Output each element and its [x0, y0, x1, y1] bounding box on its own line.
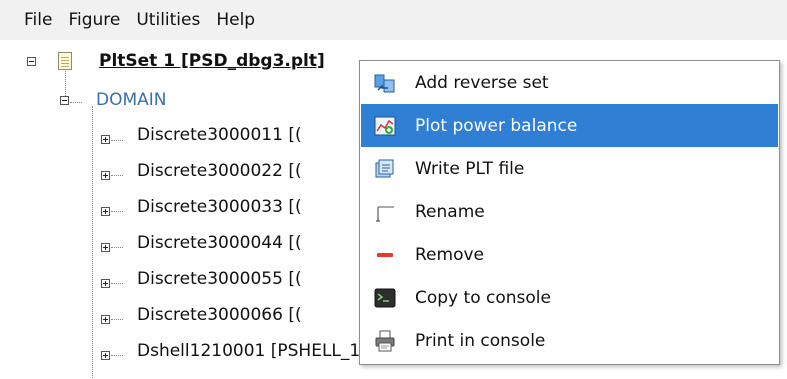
tree-connector	[111, 175, 123, 176]
power-balance-chart-icon	[373, 114, 397, 138]
menu-help[interactable]: Help	[216, 10, 271, 30]
menu-item-plot-power-balance[interactable]: Plot power balance	[361, 104, 778, 147]
tree-connector	[70, 102, 82, 103]
tree-node[interactable]: Discrete3000044 [(	[137, 226, 302, 260]
collapse-toggle-root[interactable]	[27, 57, 36, 66]
tree-node-label: Discrete3000011 [(	[137, 125, 302, 145]
menu-item-rename[interactable]: Rename	[361, 190, 778, 233]
reverse-set-icon	[373, 71, 397, 95]
tree-connector	[111, 211, 123, 212]
expand-toggle[interactable]	[101, 243, 110, 252]
write-file-icon	[373, 157, 397, 181]
menu-item-label: Remove	[415, 244, 484, 265]
tree-node-label: Discrete3000033 [(	[137, 197, 302, 217]
console-icon	[373, 286, 397, 310]
tree-connector	[111, 140, 123, 141]
tree-connector	[111, 319, 123, 320]
menu-file[interactable]: File	[0, 10, 68, 30]
tree-node[interactable]: Discrete3000066 [(	[137, 298, 302, 332]
tree-connector	[92, 106, 93, 378]
tree-node-label: Discrete3000055 [(	[137, 269, 302, 289]
menu-item-label: Add reverse set	[415, 72, 549, 93]
tree-node-domain[interactable]: DOMAIN	[96, 83, 167, 117]
tree-node[interactable]: Discrete3000011 [(	[137, 118, 302, 152]
menu-item-label: Print in console	[415, 330, 546, 351]
menu-bar: File Figure Utilities Help	[0, 0, 787, 40]
expand-toggle[interactable]	[101, 207, 110, 216]
rename-icon	[373, 200, 397, 224]
tree-connector	[111, 283, 123, 284]
plt-file-icon	[58, 52, 72, 70]
tree-node-label: Discrete3000044 [(	[137, 233, 302, 253]
printer-icon	[373, 329, 397, 353]
menu-item-add-reverse-set[interactable]: Add reverse set	[361, 61, 778, 104]
menu-item-write-plt-file[interactable]: Write PLT file	[361, 147, 778, 190]
menu-figure[interactable]: Figure	[68, 10, 136, 30]
tree-root-label: PltSet 1 [PSD_dbg3.plt]	[99, 51, 325, 71]
menu-item-label: Copy to console	[415, 287, 551, 308]
tree-node[interactable]: Discrete3000055 [(	[137, 262, 302, 296]
menu-item-copy-to-console[interactable]: Copy to console	[361, 276, 778, 319]
remove-icon	[373, 243, 397, 267]
menu-item-label: Plot power balance	[415, 115, 578, 136]
tree-connector	[111, 355, 123, 356]
tree-node-label: Discrete3000022 [(	[137, 161, 302, 181]
tree-connector	[111, 247, 123, 248]
menu-utilities[interactable]: Utilities	[136, 10, 216, 30]
expand-toggle[interactable]	[101, 315, 110, 324]
tree-node[interactable]: Discrete3000033 [(	[137, 190, 302, 224]
expand-toggle[interactable]	[101, 135, 110, 144]
context-menu: Add reverse set Plot power balance Write…	[359, 60, 780, 365]
expand-toggle[interactable]	[101, 279, 110, 288]
menu-item-label: Write PLT file	[415, 158, 525, 179]
collapse-toggle-domain[interactable]	[60, 96, 69, 105]
tree-node[interactable]: Discrete3000022 [(	[137, 154, 302, 188]
menu-item-label: Rename	[415, 201, 485, 222]
menu-item-print-in-console[interactable]: Print in console	[361, 319, 778, 362]
tree-node-label: Discrete3000066 [(	[137, 305, 302, 325]
tree-domain-label: DOMAIN	[96, 90, 167, 110]
expand-toggle[interactable]	[101, 171, 110, 180]
menu-item-remove[interactable]: Remove	[361, 233, 778, 276]
expand-toggle[interactable]	[101, 351, 110, 360]
tree-root-pltset[interactable]: PltSet 1 [PSD_dbg3.plt]	[99, 44, 325, 78]
